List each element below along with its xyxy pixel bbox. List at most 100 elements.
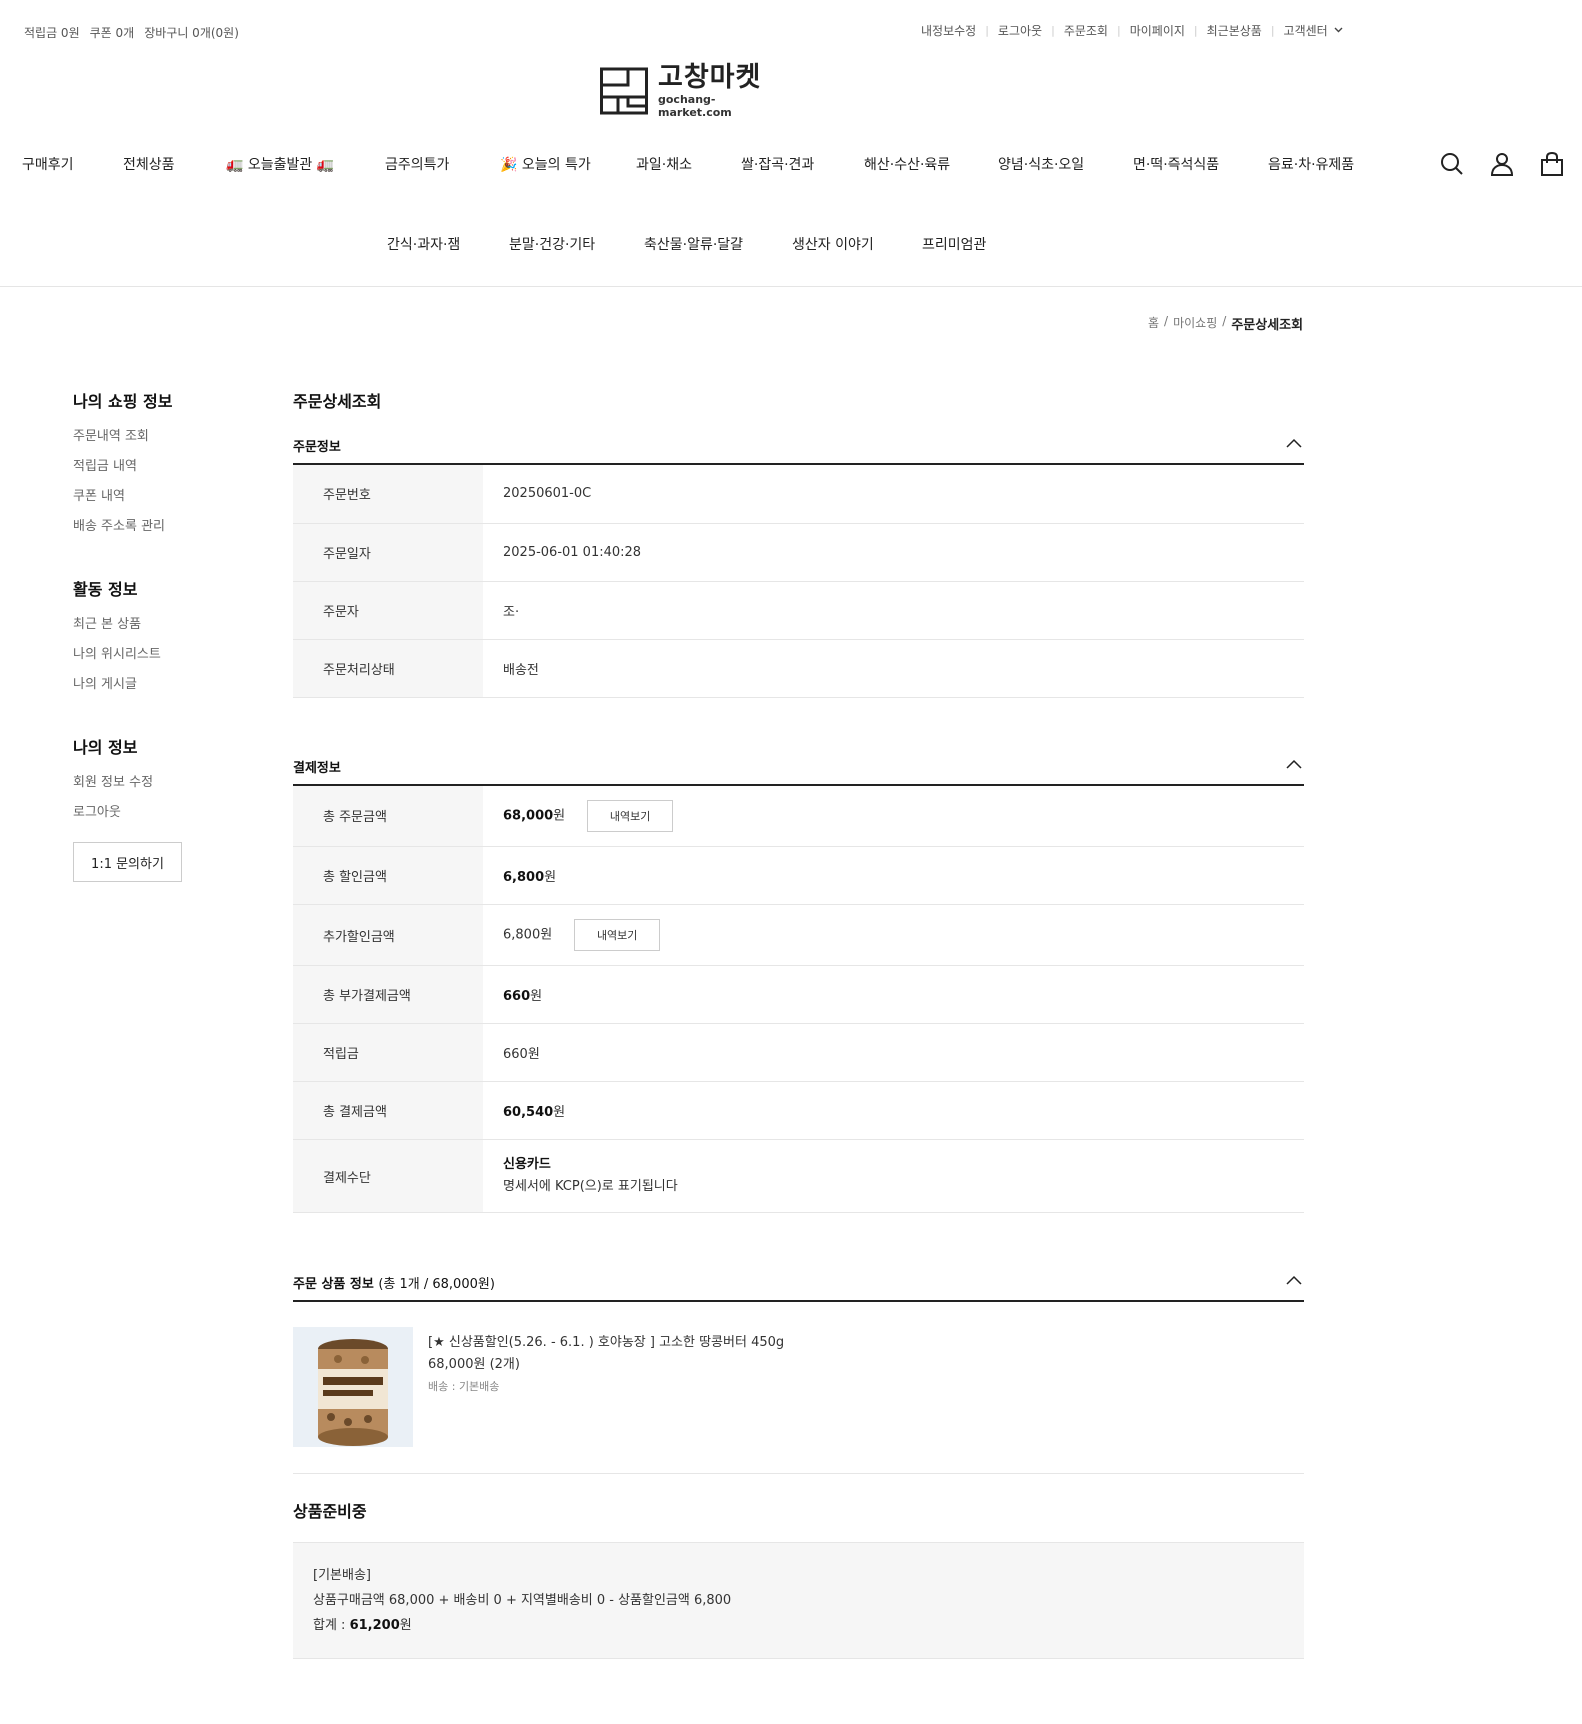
side-link-posts[interactable]: 나의 게시글 (73, 676, 273, 694)
summary-total: 61,200 (349, 1618, 400, 1633)
nav-powder-health[interactable]: 분말·건강·기타 (509, 234, 595, 254)
order-info-title: 주문정보 (293, 440, 341, 455)
top-bar: 적립금 0원 쿠폰 0개 장바구니 0개(0원) 내정보수정 | 로그아웃 | 주문… (0, 0, 1582, 60)
edit-profile-link[interactable]: 내정보수정 (921, 22, 976, 39)
table-row: 총 주문금액 68,000원 내역보기 (293, 785, 1304, 847)
product-thumbnail[interactable] (293, 1327, 413, 1447)
shipping-status-title: 상품준비중 (293, 1502, 367, 1521)
side-link-edit-profile[interactable]: 회원 정보 수정 (73, 774, 273, 792)
side-group-shopping: 나의 쇼핑 정보 주문내역 조회 적립금 내역 쿠폰 내역 배송 주소록 관리 (73, 388, 273, 536)
chevron-up-icon[interactable] (1286, 1273, 1302, 1289)
side-link-wishlist[interactable]: 나의 위시리스트 (73, 646, 273, 664)
payment-header[interactable]: 결제정보 (293, 698, 1304, 786)
side-link-addresses[interactable]: 배송 주소록 관리 (73, 518, 273, 536)
utility-links: 내정보수정 | 로그아웃 | 주문조회 | 마이페이지 | 최근본상품 | 고객센터 (921, 22, 1343, 39)
nav-reviews[interactable]: 구매후기 (22, 154, 74, 174)
member-summary: 적립금 0원 쿠폰 0개 장바구니 0개(0원) (24, 24, 239, 41)
side-title-activity: 활동 정보 (73, 580, 138, 599)
side-link-coupons[interactable]: 쿠폰 내역 (73, 488, 273, 506)
products-subtitle: (총 1개 / 68,000원) (378, 1277, 495, 1292)
product-price: 68,000원 (2개) (428, 1357, 520, 1372)
payment-title: 결제정보 (293, 760, 341, 776)
search-icon[interactable] (1440, 152, 1464, 180)
nav-today-deal[interactable]: 🎉 오늘의 특가 (500, 154, 591, 174)
nav-seasoning-oil[interactable]: 양념·식초·오일 (998, 154, 1084, 174)
side-link-logout[interactable]: 로그아웃 (73, 804, 273, 822)
order-status: 배송전 (483, 639, 1304, 698)
orderer-name: 조· (483, 581, 1304, 640)
recent-products-link[interactable]: 최근본상품 (1207, 22, 1262, 39)
chevron-up-icon[interactable] (1286, 436, 1302, 452)
payment-method-note: 명세서에 KCP(으)로 표기됩니다 (503, 1179, 678, 1194)
table-row: 주문번호 20250601-0C (293, 465, 1304, 524)
table-row: 총 부가결제금액 660원 (293, 965, 1304, 1024)
order-info-table: 주문번호 20250601-0C 주문일자 2025-06-01 01:40:28 … (293, 465, 1304, 698)
breadcrumb: 홈 / 마이쇼핑 / 주문상세조회 (1148, 314, 1304, 333)
payment-method: 신용카드 (503, 1157, 551, 1172)
logout-link[interactable]: 로그아웃 (998, 22, 1042, 39)
product-name[interactable]: [★ 신상품할인(5.26. - 6.1. ) 호야농장 ] 고소한 땅콩버터 … (428, 1332, 784, 1354)
breadcrumb-home[interactable]: 홈 (1148, 314, 1159, 333)
nav-drinks-dairy[interactable]: 음료·차·유제품 (1268, 154, 1354, 174)
nav-premium[interactable]: 프리미엄관 (922, 234, 986, 254)
inquiry-button[interactable]: 1:1 문의하기 (73, 842, 182, 882)
site-logo[interactable]: 고창마켓 gochang-market.com (600, 62, 780, 119)
chevron-up-icon[interactable] (1286, 757, 1302, 773)
order-detail-button[interactable]: 내역보기 (587, 799, 674, 832)
table-row: 적립금 660원 (293, 1023, 1304, 1082)
order-lookup-link[interactable]: 주문조회 (1064, 22, 1108, 39)
page-title: 주문상세조회 (293, 392, 382, 411)
total-pay-amount: 60,540 (503, 1105, 554, 1120)
table-row: 주문처리상태 배송전 (293, 639, 1304, 698)
header-icons (1440, 151, 1564, 180)
logo-wordmark: 고창마켓 (658, 62, 762, 93)
side-group-my: 나의 정보 회원 정보 수정 로그아웃 1:1 문의하기 (73, 734, 273, 882)
user-icon[interactable] (1490, 152, 1514, 180)
nav-noodles-instant[interactable]: 면·떡·즉석식품 (1133, 154, 1219, 174)
product-shipping: 배송 : 기본배송 (428, 1380, 500, 1393)
nav-weekly-deal[interactable]: 금주의특가 (385, 154, 449, 174)
mypage-link[interactable]: 마이페이지 (1130, 22, 1185, 39)
customer-center-link[interactable]: 고객센터 (1284, 22, 1328, 39)
logo-domain: gochang-market.com (658, 93, 732, 119)
side-link-points[interactable]: 적립금 내역 (73, 458, 273, 476)
nav-rice-grains-nuts[interactable]: 쌀·잡곡·견과 (741, 154, 814, 174)
total-discount-amount: 6,800 (503, 870, 545, 885)
nav-livestock-eggs[interactable]: 축산물·알류·달걀 (644, 234, 743, 254)
nav-today-shipping[interactable]: 🚛 오늘출발관 🚛 (226, 154, 334, 174)
table-row: 총 할인금액 6,800원 (293, 846, 1304, 905)
side-title-shopping: 나의 쇼핑 정보 (73, 392, 173, 411)
chevron-down-icon[interactable] (1334, 25, 1343, 36)
nav-snacks-jam[interactable]: 간식·과자·잼 (387, 234, 460, 254)
table-row: 주문일자 2025-06-01 01:40:28 (293, 523, 1304, 582)
side-title-my: 나의 정보 (73, 738, 138, 757)
nav-producer-story[interactable]: 생산자 이야기 (792, 234, 874, 254)
side-link-order-history[interactable]: 주문내역 조회 (73, 428, 273, 446)
points-summary[interactable]: 적립금 0원 (24, 24, 80, 41)
breadcrumb-myshopping[interactable]: 마이쇼핑 (1173, 314, 1217, 333)
nav-fruit-veg[interactable]: 과일·채소 (636, 154, 692, 174)
nav-seafood-meat[interactable]: 해산·수산·육류 (864, 154, 950, 174)
coupon-summary[interactable]: 쿠폰 0개 (90, 24, 135, 41)
total-order-amount: 68,000 (503, 808, 554, 824)
side-link-recent[interactable]: 최근 본 상품 (73, 616, 273, 634)
order-info-header[interactable]: 주문정보 (293, 412, 1304, 465)
extra-discount-amount: 6,800 (503, 927, 541, 943)
points-amount: 660 (503, 1047, 528, 1062)
shipping-type: [기본배송] (313, 1568, 371, 1583)
products-title: 주문 상품 정보 (293, 1277, 374, 1292)
cart-icon[interactable] (1540, 151, 1564, 180)
breadcrumb-current: 주문상세조회 (1231, 318, 1304, 333)
logo-icon (600, 67, 648, 115)
table-row: 총 결제금액 60,540원 (293, 1081, 1304, 1140)
extra-pay-amount: 660 (503, 989, 531, 1004)
cart-summary[interactable]: 장바구니 0개(0원) (144, 24, 239, 41)
table-row: 주문자 조· (293, 581, 1304, 640)
list-item: [★ 신상품할인(5.26. - 6.1. ) 호야농장 ] 고소한 땅콩버터 … (293, 1302, 1304, 1474)
products-header[interactable]: 주문 상품 정보 (총 1개 / 68,000원) (293, 1213, 1304, 1302)
nav-all-products[interactable]: 전체상품 (123, 154, 175, 174)
order-detail-main: 주문상세조회 주문정보 주문번호 20250601-0C 주문일자 2025-06-… (293, 388, 1304, 1659)
discount-detail-button[interactable]: 내역보기 (574, 919, 661, 951)
mypage-sidebar: 나의 쇼핑 정보 주문내역 조회 적립금 내역 쿠폰 내역 배송 주소록 관리 … (73, 388, 273, 922)
table-row: 결제수단 신용카드 명세서에 KCP(으)로 표기됩니다 (293, 1139, 1304, 1213)
